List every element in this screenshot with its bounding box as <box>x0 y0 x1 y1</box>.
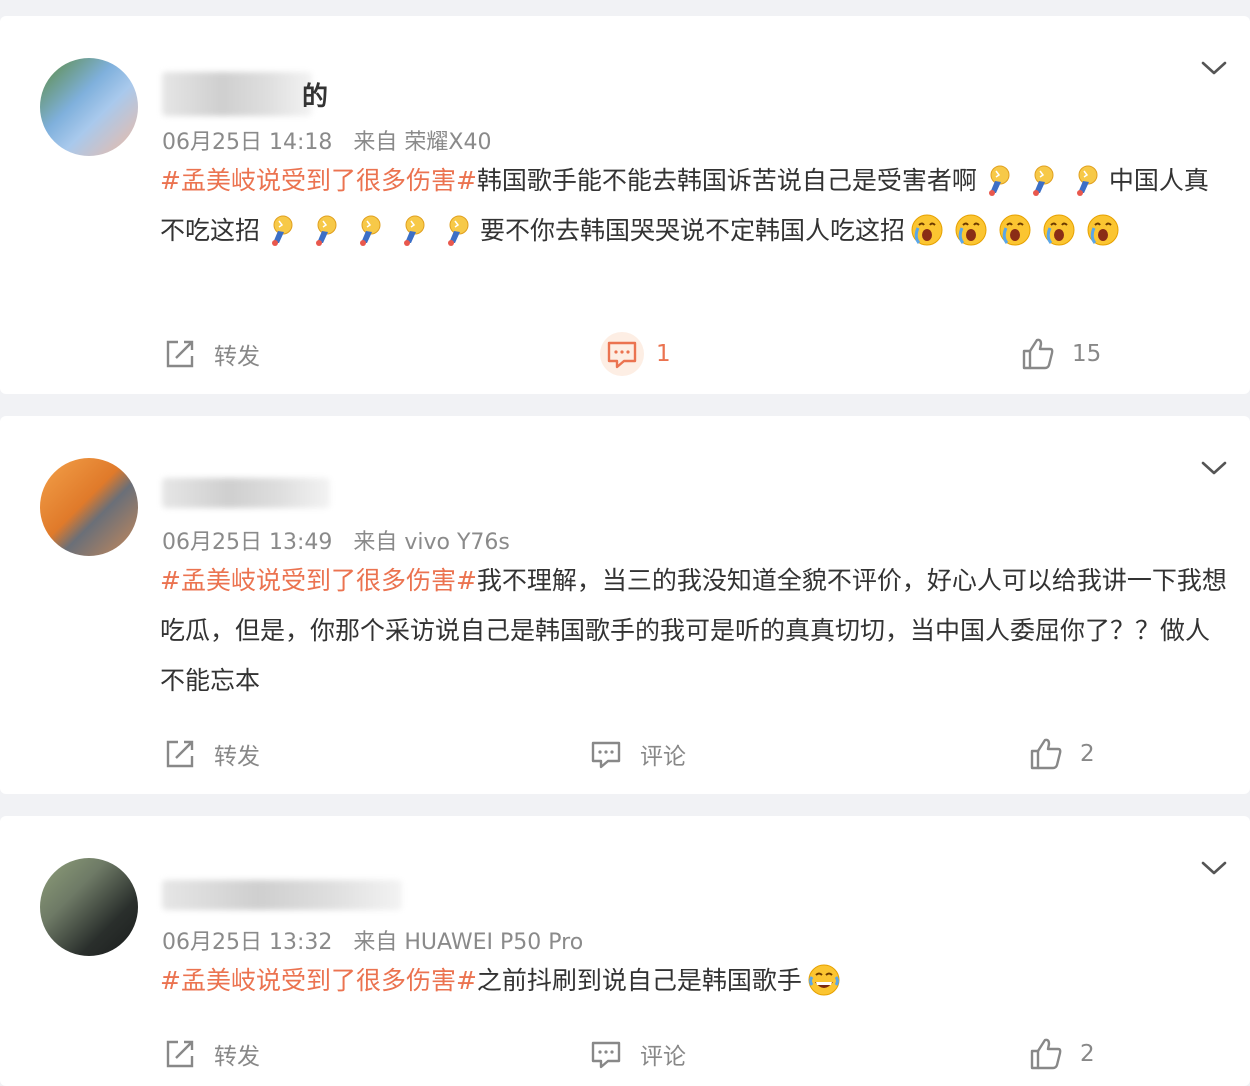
comment-icon <box>588 736 624 772</box>
repost-button[interactable]: 转发 <box>162 1030 260 1078</box>
lightbulb-emoji-icon <box>309 213 343 247</box>
comment-label: 评论 <box>640 744 686 770</box>
post-text: #孟美岐说受到了很多伤害#我不理解，当三的我没知道全貌不评价，好心人可以给我讲一… <box>160 556 1228 706</box>
post-source: 来自 vivo Y76s <box>353 530 510 555</box>
username-blurred[interactable] <box>162 478 330 508</box>
like-count: 15 <box>1072 341 1102 367</box>
post-actions: 转发 评论 2 <box>0 730 1250 778</box>
post-meta: 06月25日 13:49 来自 vivo Y76s <box>162 524 524 556</box>
like-button[interactable]: 15 <box>1020 330 1101 378</box>
avatar[interactable] <box>40 58 138 156</box>
post-date: 06月25日 13:32 <box>162 930 333 955</box>
laugh-tears-emoji-icon <box>807 963 841 997</box>
hashtag-link[interactable]: #孟美岐说受到了很多伤害# <box>160 166 477 195</box>
like-icon <box>1020 336 1056 372</box>
comment-count: 1 <box>656 341 671 367</box>
username-blurred[interactable] <box>162 880 402 910</box>
post-text: #孟美岐说受到了很多伤害#之前抖刷到说自己是韩国歌手 <box>160 956 1228 1006</box>
post-text-part: 韩国歌手能不能去韩国诉苦说自己是受害者啊 <box>476 166 977 195</box>
avatar[interactable] <box>40 858 138 956</box>
post-card: 06月25日 13:49 来自 vivo Y76s #孟美岐说受到了很多伤害#我… <box>0 416 1250 794</box>
like-count: 2 <box>1080 741 1095 767</box>
crying-emoji-icon <box>1042 213 1076 247</box>
avatar[interactable] <box>40 458 138 556</box>
crying-emoji-icon <box>910 213 944 247</box>
chevron-down-icon[interactable] <box>1200 858 1228 878</box>
post-text-part: 要不你去韩国哭哭说不定韩国人吃这招 <box>480 216 906 245</box>
post-date: 06月25日 13:49 <box>162 530 333 555</box>
comment-button[interactable]: 1 <box>600 330 671 378</box>
post-meta: 06月25日 13:32 来自 HUAWEI P50 Pro <box>162 924 597 956</box>
hashtag-link[interactable]: #孟美岐说受到了很多伤害# <box>160 566 477 595</box>
comment-icon <box>604 336 640 372</box>
lightbulb-emoji-icon <box>1026 163 1060 197</box>
post-text-part: 之前抖刷到说自己是韩国歌手 <box>476 966 802 995</box>
username-visible-part[interactable]: 的 <box>302 76 328 113</box>
like-count: 2 <box>1080 1041 1095 1067</box>
repost-button[interactable]: 转发 <box>162 730 260 778</box>
crying-emoji-icon <box>954 213 988 247</box>
repost-button[interactable]: 转发 <box>162 330 260 378</box>
crying-emoji-icon <box>1086 213 1120 247</box>
repost-icon <box>162 1036 198 1072</box>
post-meta: 06月25日 14:18 来自 荣耀X40 <box>162 124 505 156</box>
post-card: 06月25日 13:32 来自 HUAWEI P50 Pro #孟美岐说受到了很… <box>0 816 1250 1086</box>
post-actions: 转发 评论 2 <box>0 1030 1250 1078</box>
like-icon <box>1028 736 1064 772</box>
chevron-down-icon[interactable] <box>1200 458 1228 478</box>
repost-icon <box>162 736 198 772</box>
post-source: 来自 荣耀X40 <box>353 130 492 155</box>
like-icon <box>1028 1036 1064 1072</box>
comment-icon <box>588 1036 624 1072</box>
lightbulb-emoji-icon <box>397 213 431 247</box>
chevron-down-icon[interactable] <box>1200 58 1228 78</box>
post-actions: 转发 1 15 <box>0 330 1250 378</box>
repost-label: 转发 <box>214 744 260 770</box>
like-button[interactable]: 2 <box>1028 730 1095 778</box>
lightbulb-emoji-icon <box>982 163 1016 197</box>
post-date: 06月25日 14:18 <box>162 130 333 155</box>
repost-icon <box>162 336 198 372</box>
username-blurred[interactable] <box>162 72 312 116</box>
like-button[interactable]: 2 <box>1028 1030 1095 1078</box>
post-text: #孟美岐说受到了很多伤害#韩国歌手能不能去韩国诉苦说自己是受害者啊 中国人真不吃这… <box>160 156 1228 256</box>
lightbulb-emoji-icon <box>1070 163 1104 197</box>
hashtag-link[interactable]: #孟美岐说受到了很多伤害# <box>160 966 477 995</box>
comment-button[interactable]: 评论 <box>588 1030 686 1078</box>
post-card: 的 06月25日 14:18 来自 荣耀X40 #孟美岐说受到了很多伤害#韩国歌… <box>0 16 1250 394</box>
comment-button[interactable]: 评论 <box>588 730 686 778</box>
repost-label: 转发 <box>214 344 260 370</box>
lightbulb-emoji-icon <box>441 213 475 247</box>
lightbulb-emoji-icon <box>353 213 387 247</box>
crying-emoji-icon <box>998 213 1032 247</box>
lightbulb-emoji-icon <box>265 213 299 247</box>
post-source: 来自 HUAWEI P50 Pro <box>353 930 584 955</box>
